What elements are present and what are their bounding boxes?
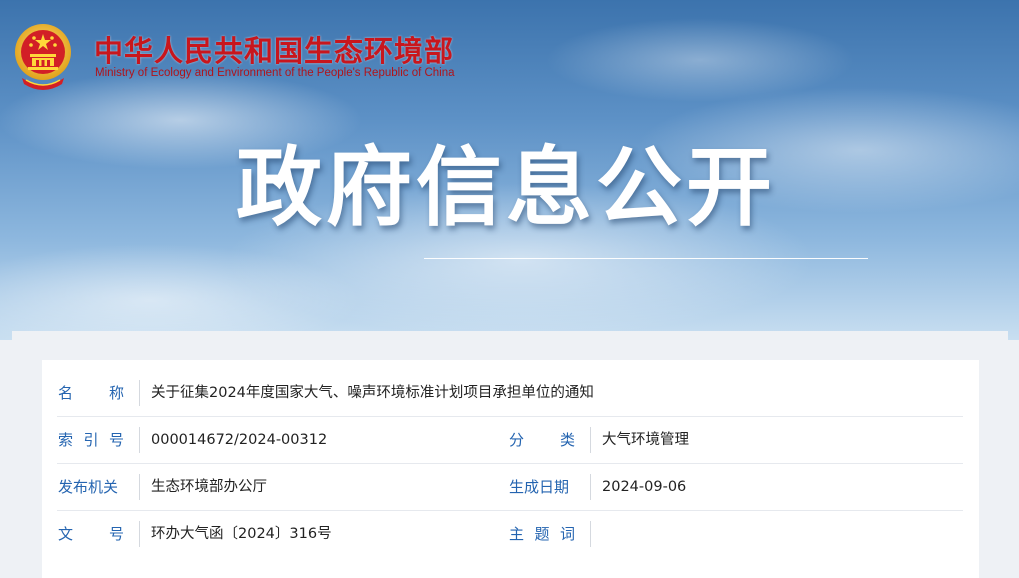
header-banner: 中华人民共和国生态环境部 Ministry of Ecology and Env… (0, 0, 1019, 340)
cell-divider (590, 474, 591, 500)
value-index-no: 000014672/2024-00312 (151, 432, 328, 448)
ministry-name-cn[interactable]: 中华人民共和国生态环境部 (94, 28, 454, 70)
cell-divider (139, 427, 140, 453)
label-doc-no: 文 号 (58, 525, 124, 543)
cell-divider (590, 427, 591, 453)
label-name: 名 称 (58, 384, 124, 402)
info-table: 名 称 关于征集2024年度国家大气、噪声环境标准计划项目承担单位的通知 索 引… (42, 360, 979, 578)
cell-divider (590, 521, 591, 547)
page-title: 政府信息公开 (236, 138, 776, 238)
cell-divider (139, 380, 140, 406)
label-date: 生成日期 (509, 478, 570, 496)
value-doc-no: 环办大气函〔2024〕316号 (151, 526, 332, 542)
label-subject-words: 主 题 词 (509, 525, 575, 543)
info-row-issuer: 发布机关 生态环境部办公厅 生成日期 2024-09-06 (57, 464, 963, 511)
cell-divider (139, 474, 140, 500)
value-date: 2024-09-06 (602, 479, 687, 495)
national-emblem-icon[interactable] (12, 20, 74, 92)
cell-divider (139, 521, 140, 547)
ministry-name-en[interactable]: Ministry of Ecology and Environment of t… (95, 67, 455, 79)
content-area: 名 称 关于征集2024年度国家大气、噪声环境标准计划项目承担单位的通知 索 引… (12, 331, 1008, 578)
value-issuer: 生态环境部办公厅 (151, 479, 267, 495)
info-row-index: 索 引 号 000014672/2024-00312 分 类 大气环境管理 (57, 417, 963, 464)
title-underline (424, 258, 868, 259)
label-index-no: 索 引 号 (58, 431, 124, 449)
label-issuer: 发布机关 (58, 478, 119, 496)
info-row-name: 名 称 关于征集2024年度国家大气、噪声环境标准计划项目承担单位的通知 (57, 370, 963, 417)
value-category: 大气环境管理 (602, 432, 689, 448)
value-name: 关于征集2024年度国家大气、噪声环境标准计划项目承担单位的通知 (151, 385, 594, 401)
info-row-docno: 文 号 环办大气函〔2024〕316号 主 题 词 (57, 511, 963, 557)
label-category: 分 类 (509, 431, 575, 449)
